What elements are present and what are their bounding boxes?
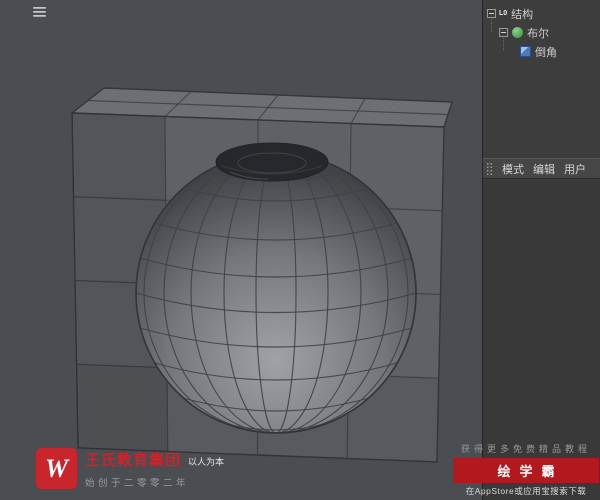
branding-text: 王氏教育集团 以人为本 始创于二零零二年: [85, 449, 224, 489]
branding-overlay: W 王氏教育集团 以人为本 始创于二零零二年: [36, 448, 224, 489]
company-logo: W: [36, 448, 77, 489]
bevel-cube-blue-icon: [520, 46, 531, 57]
collapse-icon[interactable]: [487, 9, 496, 18]
promo-text: 获得更多免费精品教程: [460, 444, 591, 454]
tab-mode[interactable]: 模式: [502, 161, 524, 177]
app-window: L0 结构 布尔 倒角 模式 编辑 用户 获得更多免费精品教程 绘学霸 在App…: [0, 0, 600, 500]
company-slogan: 以人为本: [188, 456, 225, 467]
company-name: 王氏教育集团: [85, 451, 182, 469]
tab-user[interactable]: 用户: [564, 161, 586, 177]
right-panel: L0 结构 布尔 倒角 模式 编辑 用户 获得更多免费精品教程 绘学霸 在App…: [453, 0, 600, 500]
tree-item-label: 倒角: [535, 46, 557, 59]
boolean-sphere-green-icon: [512, 27, 523, 38]
tree-item-label: 布尔: [527, 27, 549, 40]
tree-item-boolean[interactable]: 布尔: [483, 23, 600, 42]
expand-icon[interactable]: [499, 28, 508, 37]
promo-text-2: 在AppStore或应用宝搜索下载: [465, 486, 587, 496]
tab-edit[interactable]: 编辑: [533, 161, 555, 177]
company-founded: 始创于二零零二年: [85, 477, 190, 489]
top-opening: [215, 142, 329, 182]
promo-overlay: 获得更多免费精品教程 绘学霸 在AppStore或应用宝搜索下载: [453, 442, 599, 497]
object-manager-header: L0 结构: [483, 4, 600, 23]
logo-letter: W: [44, 453, 69, 483]
dock-tab-bar: 模式 编辑 用户: [483, 158, 600, 179]
viewport-3d[interactable]: [0, 0, 482, 500]
object-manager: L0 结构 布尔 倒角: [483, 0, 600, 158]
tree-item-bevel[interactable]: 倒角: [483, 42, 600, 61]
object-manager-title: 结构: [511, 8, 534, 21]
promo-app-badge: 绘学霸: [453, 458, 599, 483]
viewport-menu-icon[interactable]: [33, 7, 46, 17]
dock-grip-icon[interactable]: [486, 162, 493, 175]
layer-badge-icon: L0: [499, 10, 508, 17]
